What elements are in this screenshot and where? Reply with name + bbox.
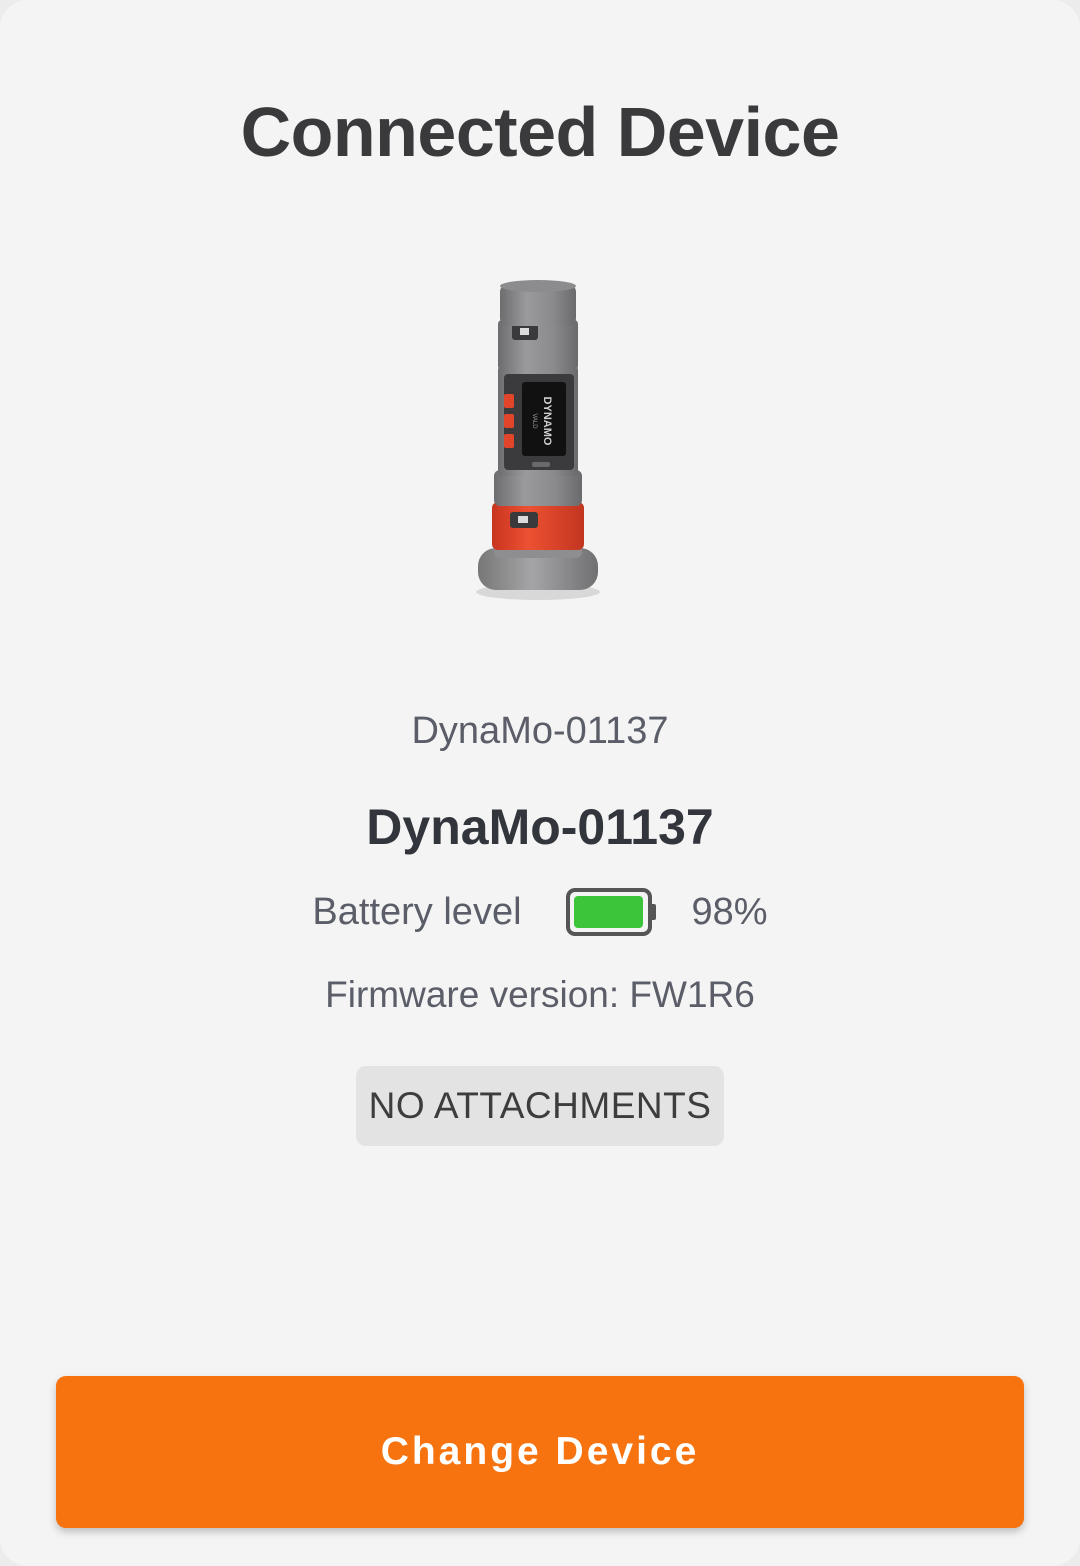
battery-row: Battery level 98% [0,884,1080,940]
dynamo-device-image: DYNAMO VALD [476,280,600,600]
device-name: DynaMo-01137 [366,799,714,855]
battery-label: Battery level [312,890,522,933]
device-logo-subtext: VALD [531,413,537,429]
battery-cap [649,904,656,920]
battery-fill [573,896,643,928]
firmware-version: Firmware version: FW1R6 [325,974,755,1015]
battery-percent: 98% [691,890,768,933]
battery-body [565,888,652,936]
device-subname: DynaMo-01137 [411,710,669,752]
battery-icon [565,888,658,936]
attachments-chip[interactable]: NO ATTACHMENTS [356,1066,724,1146]
connected-device-sheet: Connected Device DYNAMO VALD DynaMo-0113… [0,0,1080,1566]
page-title: Connected Device [240,93,840,171]
change-device-button[interactable]: Change Device [56,1376,1024,1528]
device-logo-text: DYNAMO [541,397,553,446]
